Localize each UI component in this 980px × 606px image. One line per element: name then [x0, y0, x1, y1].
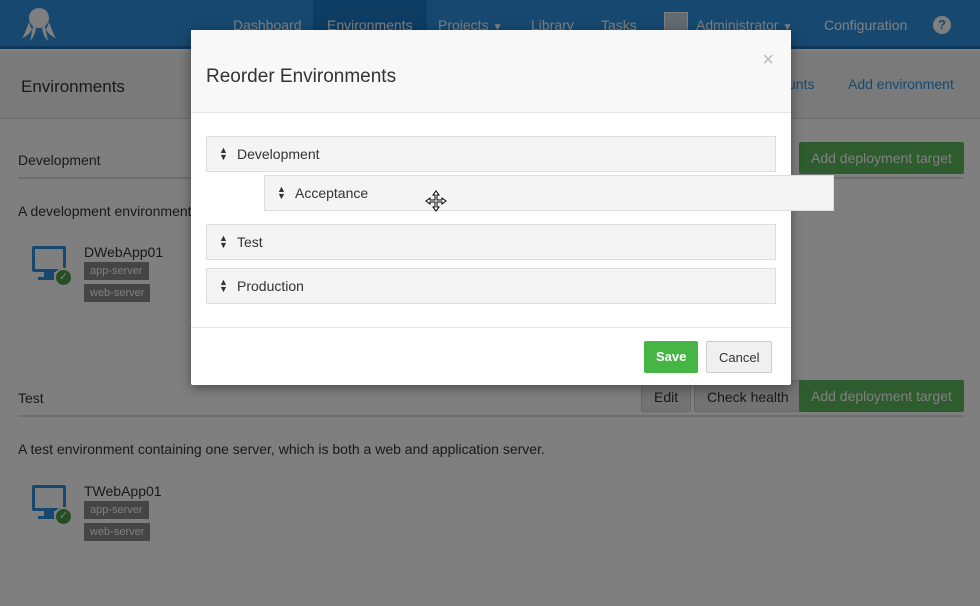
row-label: Acceptance	[295, 185, 369, 201]
modal-header: Reorder Environments ×	[191, 30, 791, 113]
sort-handle-icon[interactable]: ▲ ▼	[219, 278, 228, 294]
move-cursor-icon	[425, 190, 447, 212]
sortable-row-production[interactable]: ▲ ▼ Production	[206, 268, 776, 304]
row-label: Production	[237, 278, 304, 294]
sortable-row-development[interactable]: ▲ ▼ Development	[206, 136, 776, 172]
modal-footer: Save Cancel	[191, 327, 791, 385]
row-label: Development	[237, 146, 320, 162]
sort-handle-icon[interactable]: ▲ ▼	[219, 234, 228, 250]
sort-handle-icon[interactable]: ▲ ▼	[219, 146, 228, 162]
save-button[interactable]: Save	[644, 341, 699, 373]
close-icon[interactable]: ×	[762, 50, 774, 70]
sortable-row-test[interactable]: ▲ ▼ Test	[206, 224, 776, 260]
cancel-button[interactable]: Cancel	[706, 341, 773, 373]
row-label: Test	[237, 234, 263, 250]
dragging-row-acceptance[interactable]: ▲ ▼ Acceptance	[264, 175, 834, 211]
sort-handle-icon[interactable]: ▲ ▼	[277, 185, 286, 201]
modal-title: Reorder Environments	[206, 66, 397, 87]
